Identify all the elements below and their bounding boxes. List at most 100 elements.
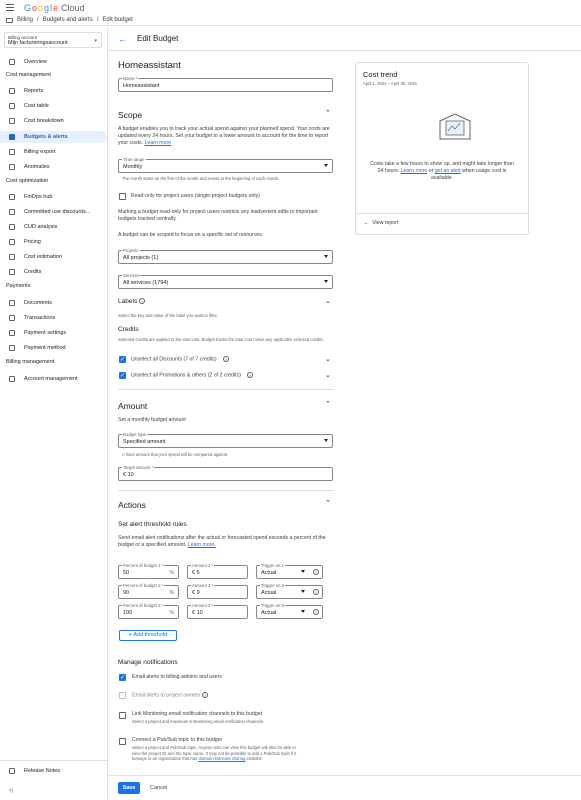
budget-name-field[interactable]: Name * Homeassistant	[118, 76, 333, 92]
sidebar-item-label: Account management	[24, 376, 78, 382]
amount-field-1[interactable]: Amount 1 * € 5	[187, 563, 248, 579]
sidebar-item-cud-analysis[interactable]: CUD analysis	[0, 221, 107, 233]
sidebar-item-transactions[interactable]: Transactions	[0, 312, 107, 324]
field-value: All services (1794)	[123, 280, 169, 286]
help-icon[interactable]: ?	[139, 298, 146, 305]
sidebar-item-release-notes[interactable]: Release Notes	[0, 765, 107, 777]
pubsub-checkbox[interactable]	[119, 738, 126, 745]
help-icon[interactable]: ?	[313, 589, 319, 595]
sidebar-item-label: Transactions	[24, 315, 56, 321]
learn-more-link[interactable]: Learn more.	[188, 542, 216, 548]
help-icon[interactable]: ?	[313, 569, 319, 575]
learn-more-link[interactable]: Learn more	[145, 140, 172, 146]
sidebar-item-billing-export[interactable]: Billing export	[0, 146, 107, 158]
cancel-button[interactable]: Cancel	[150, 785, 167, 791]
chevron-up-icon[interactable]: ⌃	[325, 400, 331, 408]
field-label: Amount 2 *	[191, 583, 215, 588]
percent-suffix: %	[169, 610, 174, 616]
google-cloud-logo[interactable]: Google Cloud	[24, 3, 85, 13]
overview-icon	[9, 59, 15, 65]
cost-trend-title: Cost trend	[363, 70, 398, 79]
discounts-label-text: Unselect all Discounts (7 of 7 credits)	[131, 356, 217, 363]
email-owners-text: Email alerts to project owners	[132, 692, 201, 699]
target-amount-field[interactable]: Target amount * € 10	[118, 465, 333, 481]
readonly-checkbox[interactable]	[119, 193, 126, 200]
billing-account-selector[interactable]: Billing account Mijn factureringsaccount…	[4, 32, 102, 48]
sidebar-item-anomalies[interactable]: Anomalies	[0, 161, 107, 173]
promotions-label: Unselect all Promotions & others (2 of 2…	[131, 372, 253, 379]
pubsub-desc-text: belongs to an organization that has	[132, 756, 198, 761]
services-select[interactable]: Services All services (1794)	[118, 273, 333, 289]
sidebar-item-overview[interactable]: Overview	[0, 56, 107, 68]
field-value: € 10	[192, 610, 203, 616]
sidebar-item-finops-hub[interactable]: FinOps hub	[0, 191, 107, 203]
sidebar-item-credits[interactable]: Credits	[0, 266, 107, 278]
view-report-label: View report	[372, 220, 399, 226]
field-label: Name *	[122, 76, 139, 81]
menu-icon[interactable]	[6, 4, 14, 11]
chevron-down-icon[interactable]: ⌄	[325, 355, 331, 363]
help-icon[interactable]: ?	[246, 372, 253, 378]
chevron-down-icon[interactable]: ⌄	[325, 371, 331, 379]
sidebar-item-reports[interactable]: Reports	[0, 85, 107, 97]
cost-trend-msg-line: Costs take a few hours to show up, and m…	[370, 161, 514, 167]
budget-type-hint: A fixed amount that your spend will be c…	[122, 452, 229, 457]
scope-resources-desc: A budget can be scoped to focus on a spe…	[118, 232, 264, 238]
help-icon[interactable]: ?	[313, 609, 319, 615]
help-icon[interactable]: ?	[202, 692, 209, 698]
estimation-icon	[9, 254, 15, 260]
sidebar-item-account-management[interactable]: Account management	[0, 373, 107, 385]
chevron-down-icon[interactable]: ⌄	[325, 297, 331, 305]
sidebar-item-cost-table[interactable]: Cost table	[0, 100, 107, 112]
trigger-select-1[interactable]: Trigger on 1 Actual ?	[256, 563, 323, 579]
get-alert-link[interactable]: get an alert	[435, 168, 461, 174]
chevron-up-icon[interactable]: ⌃	[325, 109, 331, 117]
sidebar-collapse-button[interactable]: <|	[0, 785, 107, 797]
sidebar-item-cost-breakdown[interactable]: Cost breakdown	[0, 115, 107, 127]
sidebar-item-documents[interactable]: Documents	[0, 297, 107, 309]
sidebar-item-label: Billing export	[24, 149, 56, 155]
chevron-up-icon[interactable]: ⌃	[325, 499, 331, 507]
link-monitoring-checkbox[interactable]	[119, 712, 126, 719]
save-button[interactable]: Save	[118, 782, 140, 794]
amount-field-2[interactable]: Amount 2 * € 9	[187, 583, 248, 599]
scope-desc: A budget enables you to track your actua…	[118, 126, 334, 147]
learn-more-link[interactable]: Learn more	[401, 168, 428, 174]
sidebar-item-pricing[interactable]: Pricing	[0, 236, 107, 248]
sidebar-item-budgets[interactable]: Budgets & alerts	[0, 131, 107, 143]
budget-type-select[interactable]: Budget type Specified amount	[118, 432, 333, 448]
breadcrumb-budgets[interactable]: Budgets and alerts	[43, 17, 93, 23]
add-threshold-button[interactable]: + Add threshold	[119, 630, 177, 641]
cud-icon	[9, 209, 15, 215]
email-admins-checkbox[interactable]: ✓	[119, 674, 126, 681]
sidebar-item-cost-estimation[interactable]: Cost estimation	[0, 251, 107, 263]
release-notes-icon	[9, 768, 15, 774]
projects-select[interactable]: Projects All projects (1)	[118, 248, 333, 264]
sidebar-item-payment-settings[interactable]: Payment settings	[0, 327, 107, 339]
discounts-label: Unselect all Discounts (7 of 7 credits)?	[131, 356, 229, 363]
promotions-checkbox[interactable]: ✓	[119, 372, 126, 379]
sidebar-item-cud[interactable]: Committed use discounts...	[0, 206, 107, 218]
time-range-select[interactable]: Time range Monthly	[118, 157, 333, 173]
percent-field-2[interactable]: Percent of budget 2 * 90 %	[118, 583, 179, 599]
labels-header[interactable]: Labels?	[118, 298, 146, 305]
domain-restricted-link[interactable]: domain restricted sharing	[198, 756, 245, 761]
sidebar-item-payment-method[interactable]: Payment method	[0, 342, 107, 354]
sidebar-item-label: Overview	[24, 59, 47, 65]
dropdown-arrow-icon	[324, 164, 328, 167]
discounts-checkbox[interactable]: ✓	[119, 356, 126, 363]
back-arrow-icon[interactable]: ←	[118, 34, 127, 44]
percent-field-1[interactable]: Percent of budget 1 * 50 %	[118, 563, 179, 579]
trigger-select-3[interactable]: Trigger on 3 Actual ?	[256, 603, 323, 619]
help-icon[interactable]: ?	[222, 356, 229, 362]
amount-field-3[interactable]: Amount 3 * € 10	[187, 603, 248, 619]
trigger-select-2[interactable]: Trigger on 2 Actual ?	[256, 583, 323, 599]
field-value: Actual	[261, 590, 277, 596]
sidebar-item-label: Pricing	[24, 239, 41, 245]
dropdown-arrow-icon	[301, 590, 305, 593]
view-report-link[interactable]: → View report	[363, 220, 398, 227]
percent-suffix: %	[169, 570, 174, 576]
percent-field-3[interactable]: Percent of budget 3 * 100 %	[118, 603, 179, 619]
email-owners-checkbox[interactable]	[119, 692, 126, 699]
breadcrumb-billing[interactable]: Billing	[17, 17, 33, 23]
